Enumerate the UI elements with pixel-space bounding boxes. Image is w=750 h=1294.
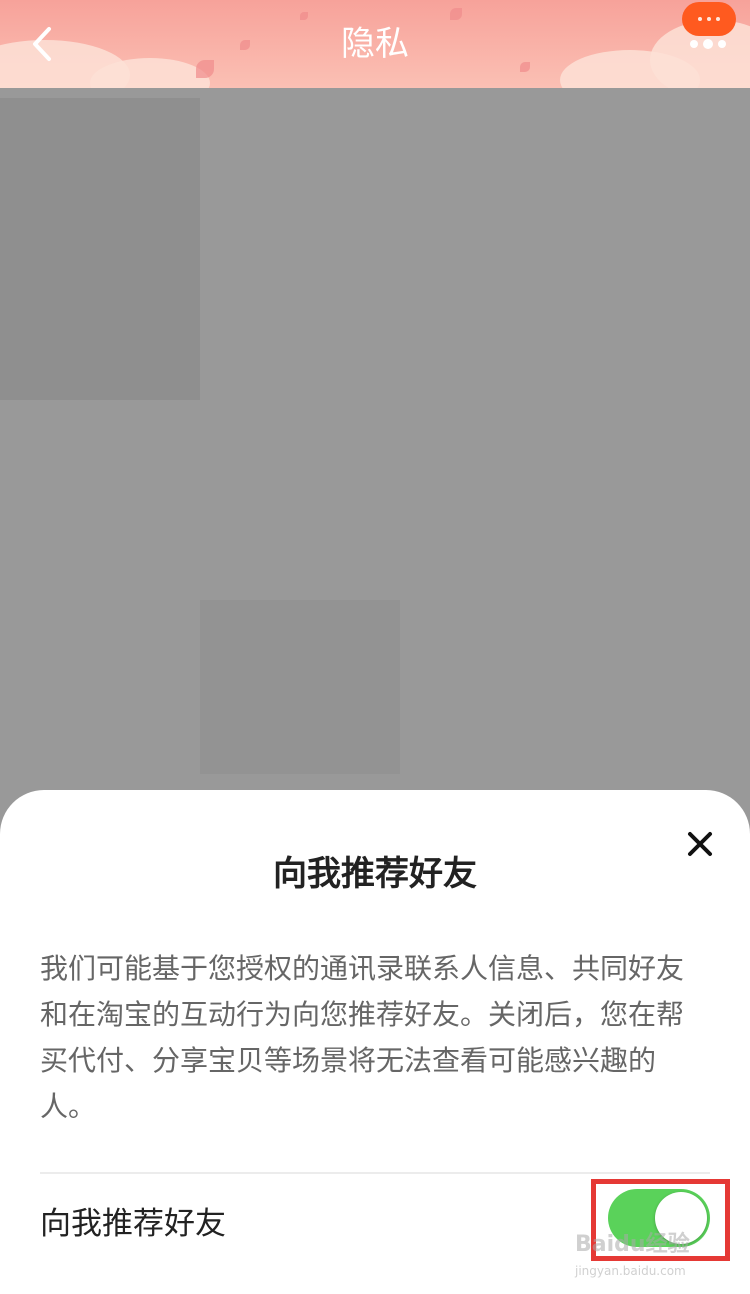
bottom-sheet: 向我推荐好友 我们可能基于您授权的通讯录联系人信息、共同好友和在淘宝的互动行为向… <box>0 790 750 1294</box>
watermark-subtext: jingyan.baidu.com <box>575 1264 686 1278</box>
dot <box>698 17 702 21</box>
nav-bar: 隐私 <box>0 0 750 88</box>
more-menu-button[interactable] <box>682 2 736 36</box>
dimmed-block <box>200 600 400 774</box>
watermark: Baidu经验 jingyan.baidu.com <box>575 1234 725 1284</box>
page-title: 隐私 <box>341 24 409 64</box>
dimmed-block <box>0 98 200 400</box>
sheet-title: 向我推荐好友 <box>273 854 477 894</box>
dot <box>716 17 720 21</box>
more-dots-icon[interactable] <box>686 38 730 50</box>
watermark-text: Baidu经验 <box>575 1232 690 1257</box>
dot <box>703 39 713 49</box>
sheet-description: 我们可能基于您授权的通讯录联系人信息、共同好友和在淘宝的互动行为向您推荐好友。关… <box>40 952 685 1123</box>
dot <box>707 17 711 21</box>
dot <box>718 40 726 48</box>
divider <box>40 1172 710 1174</box>
dot <box>690 40 698 48</box>
setting-label: 向我推荐好友 <box>40 1206 226 1242</box>
